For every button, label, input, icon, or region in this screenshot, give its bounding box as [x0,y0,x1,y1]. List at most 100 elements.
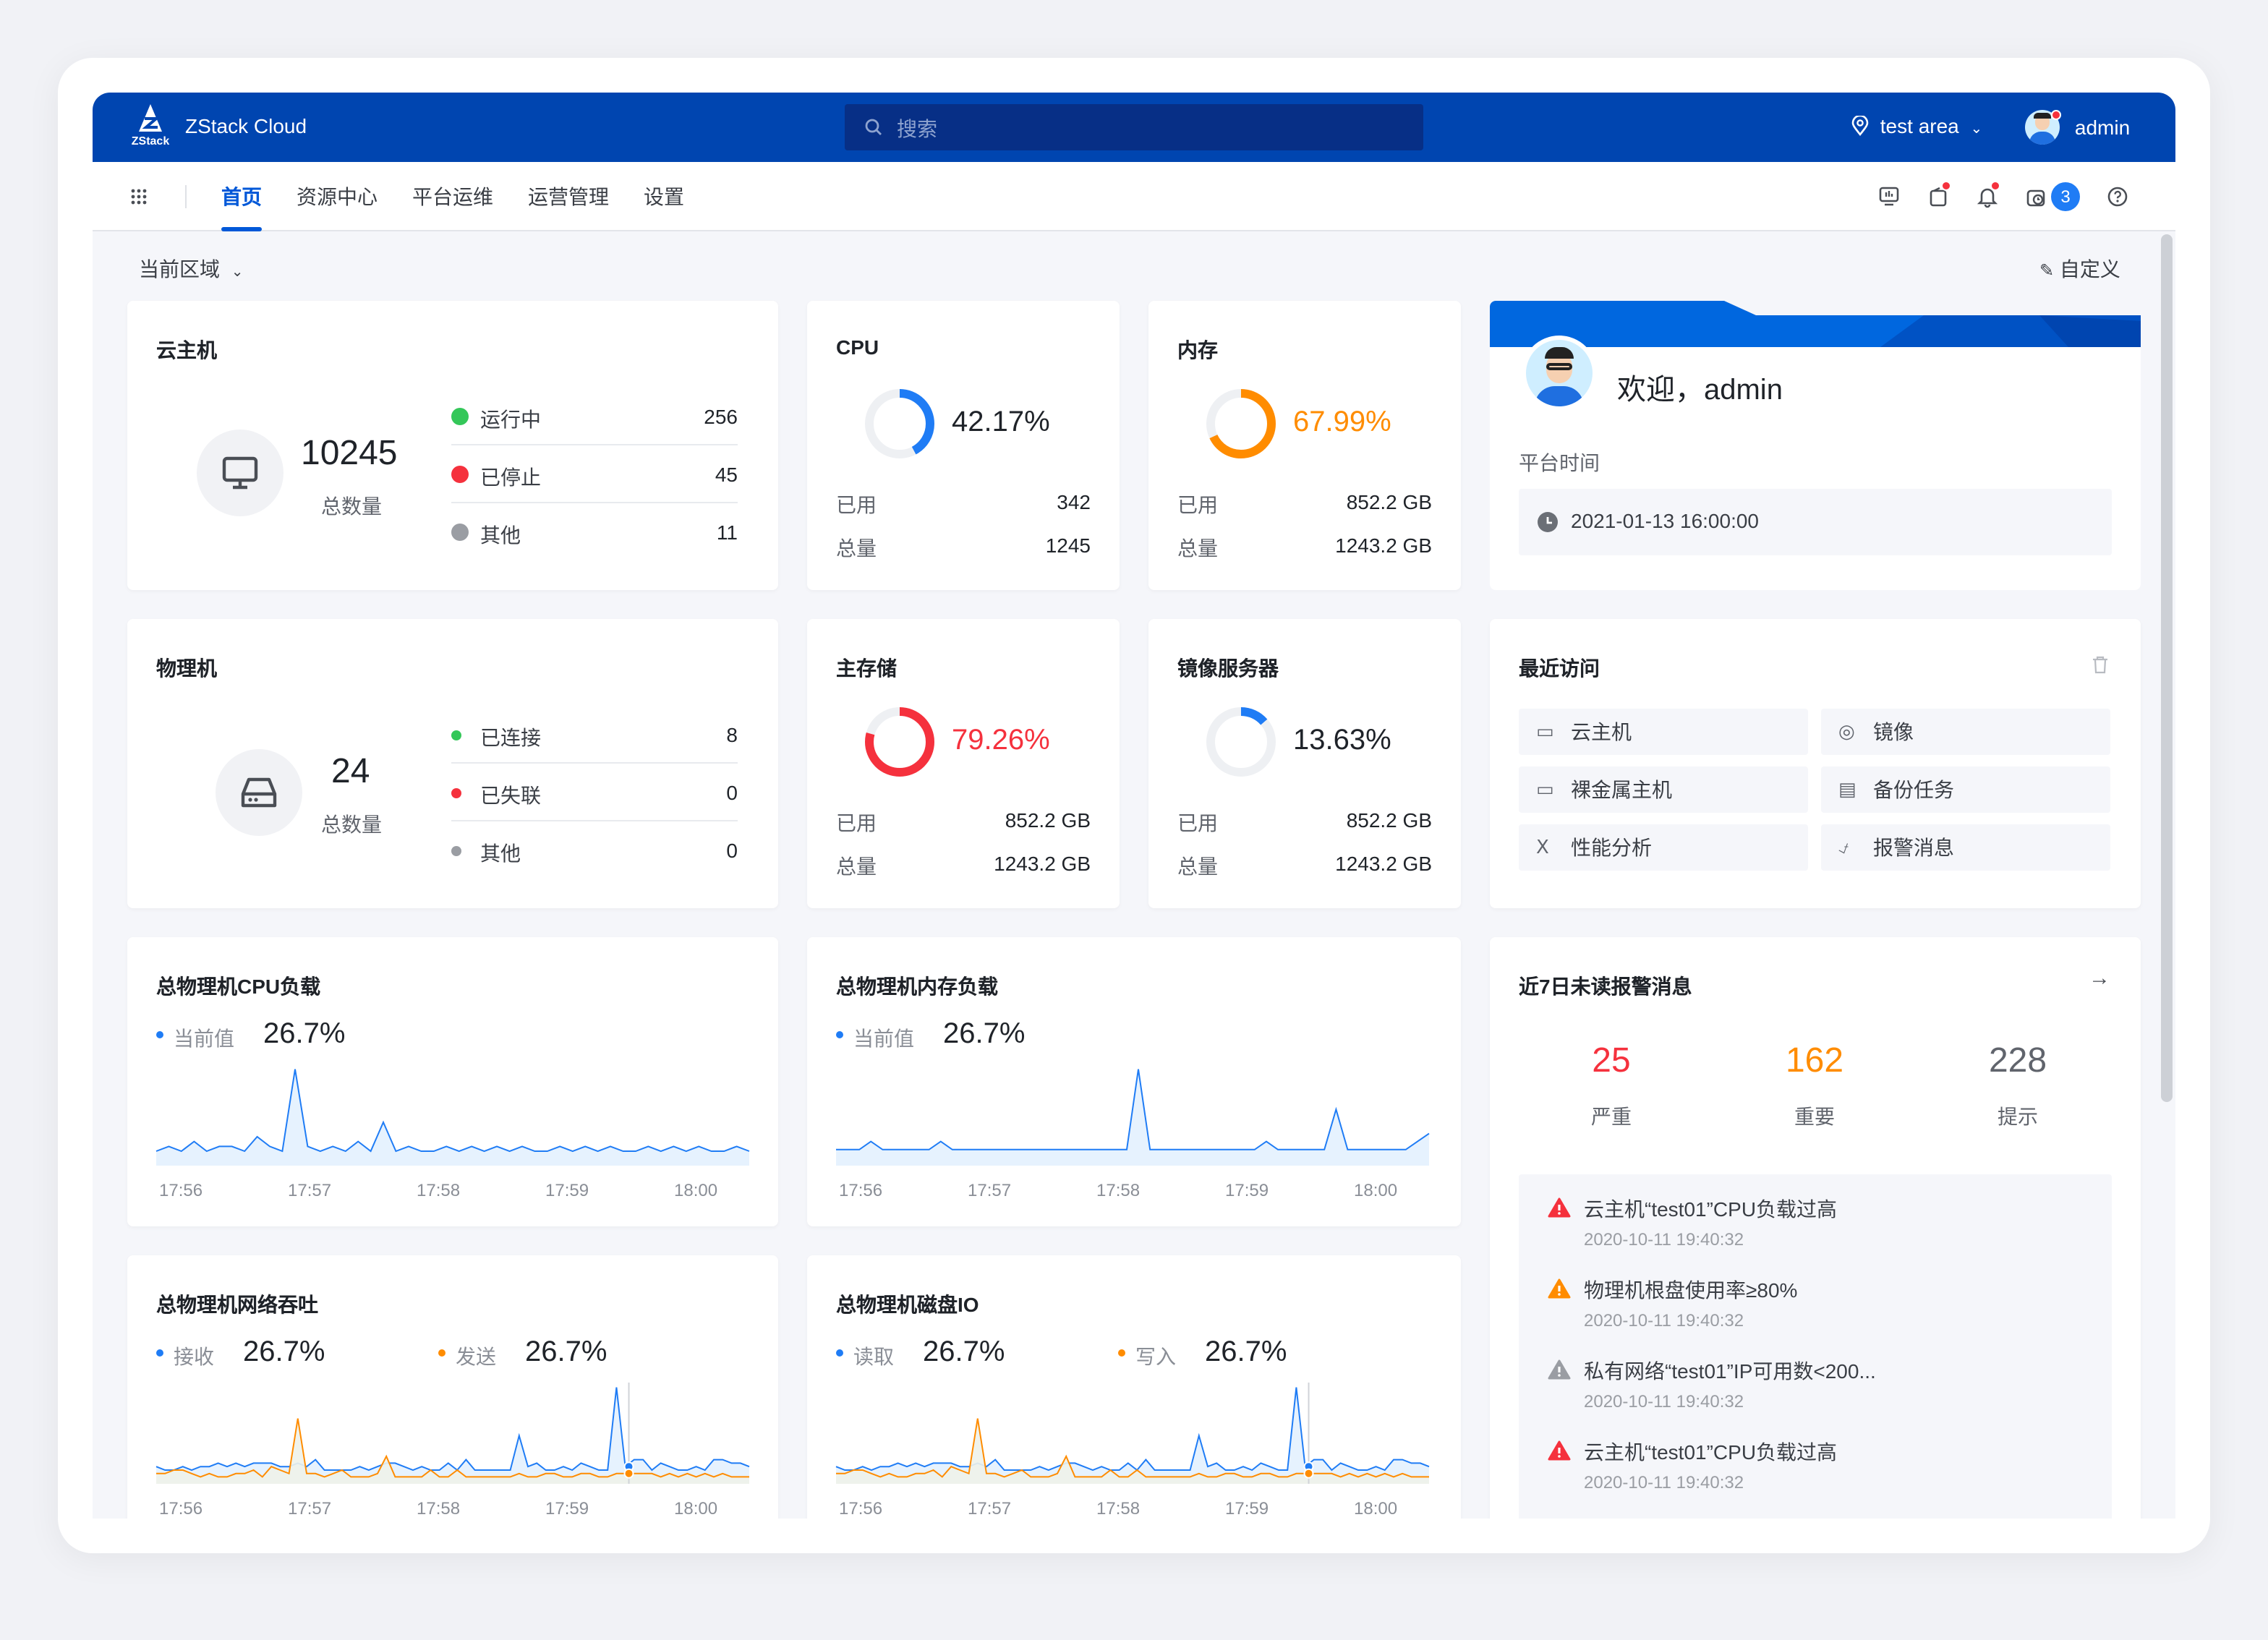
x-tick-label: 17:58 [417,1180,461,1200]
scrollbar[interactable] [2161,234,2173,1102]
status-row[interactable]: 已连接 8 [451,706,738,764]
legend-label: 写入 [1135,1345,1176,1368]
search-placeholder: 搜索 [897,117,937,140]
x-tick-label: 17:56 [159,1498,203,1519]
alert-item[interactable]: 私有网络“test01”IP可用数<200... 2020-10-11 19:40… [1519,1336,2112,1417]
recent-item-label: 性能分析 [1571,836,1652,859]
tab-operations[interactable]: 运营管理 [528,162,609,231]
clipboard-notification-dot [1941,181,1951,191]
region-selector[interactable]: 当前区域 ⌄ [139,255,244,283]
recent-item[interactable]: ◎ 镜像 [1821,709,2110,755]
x-tick-label: 17:56 [839,1498,883,1519]
total-value: 1243.2 GB [1335,534,1432,557]
tab-settings[interactable]: 设置 [644,162,684,231]
recent-item[interactable]: ▭ 云主机 [1519,709,1808,755]
top-header: ZStack ZStack Cloud 搜索 test area ⌄ admin [93,93,2175,162]
alert-count[interactable]: 25 [1539,1041,1684,1082]
tab-platform-ops[interactable]: 平台运维 [412,162,493,231]
status-label: 已连接 [480,726,541,749]
vm-total-label: 总数量 [321,495,382,518]
tab-resource-center[interactable]: 资源中心 [297,162,378,231]
alert-item[interactable]: 物理机根盘使用率≥80% 2020-10-11 19:40:32 [1519,1255,2112,1336]
total-label: 总量 [1177,537,1218,560]
card-title: 内存 [1177,338,1218,362]
total-value: 1243.2 GB [1335,852,1432,875]
legend-label: 读取 [853,1345,894,1368]
image-server-card[interactable]: 镜像服务器 13.63% 已用 852.2 GB 总量 1243.2 GB [1148,619,1461,908]
used-value: 342 [1057,490,1091,513]
area-selector[interactable]: test area ⌄ [1851,114,1982,137]
status-row[interactable]: 其他 11 [451,503,738,561]
welcome-avatar [1522,336,1597,411]
trash-icon[interactable] [2092,655,2109,674]
backup-icon: ▤ [1838,778,1856,800]
app-grid-icon[interactable] [130,188,148,205]
monitor-icon: ▭ [1536,778,1554,800]
chevron-down-icon: ⌄ [1970,121,1983,137]
search-input[interactable]: 搜索 [845,104,1423,150]
status-row[interactable]: 已失联 0 [451,764,738,821]
user-menu[interactable]: admin [2025,110,2130,145]
alert-count[interactable]: 228 [1945,1041,2090,1082]
search-icon [865,119,882,135]
chart-plot [836,1069,1430,1166]
vm-card[interactable]: 云主机 10245 总数量 运行中 256 已停止 45 其他 11 [127,301,778,590]
welcome-card: 欢迎，admin 平台时间 2021-01-13 16:00:00 [1490,301,2141,590]
x-tick-label: 17:56 [839,1180,883,1200]
hover-point [623,1468,634,1479]
status-row[interactable]: 已停止 45 [451,445,738,503]
legend-label: 当前值 [853,1027,914,1050]
alert-time: 2020-10-11 19:40:32 [1584,1310,1744,1331]
monitor-icon: ▭ [1536,720,1554,742]
scheduled-task-icon[interactable] [2025,185,2048,208]
cpu-card[interactable]: CPU 42.17% 已用 342 总量 1245 [807,301,1120,590]
alert-item[interactable]: 云主机“test01”CPU负载过高 2020-10-11 19:40:32 [1519,1174,2112,1255]
alerts-card: 近7日未读报警消息 → 25 严重 162 重要 228 提示 云主机“test01”CP… [1490,937,2141,1519]
zstack-logo[interactable]: ZStack [124,104,176,153]
used-label: 已用 [1177,493,1218,516]
used-label: 已用 [836,811,877,834]
recent-item[interactable]: Ⅹ 性能分析 [1519,824,1808,871]
customize-button[interactable]: ✎ 自定义 [2039,255,2120,283]
main-nav: 首页 资源中心 平台运维 运营管理 设置 3 [93,162,2175,231]
total-label: 总量 [1177,855,1218,878]
help-icon[interactable] [2106,185,2129,208]
total-value: 1243.2 GB [994,852,1091,875]
status-row[interactable]: 运行中 256 [451,388,738,445]
recent-item-label: 报警消息 [1873,836,1954,859]
donut-gauge [865,389,934,458]
host-card[interactable]: 物理机 24 总数量 已连接 8 已失联 0 其他 0 [127,619,778,908]
status-value: 0 [726,839,738,862]
x-tick-label: 17:57 [968,1180,1012,1200]
monitor-screen-icon[interactable] [1877,185,1901,208]
legend-current-value: 26.7% [1205,1336,1287,1368]
arrow-right-icon[interactable]: → [2089,966,2110,991]
chart-title: 总物理机内存负载 [836,975,998,998]
status-value: 256 [704,405,738,428]
alert-item[interactable]: 云主机“test01”CPU负载过高 2020-10-11 19:40:32 [1519,1417,2112,1498]
status-icon [451,466,469,483]
alert-text: 云主机“test01”CPU负载过高 [1584,1197,1838,1221]
status-label: 已停止 [480,466,541,489]
recent-item[interactable]: ▤ 备份任务 [1821,766,2110,813]
memory-card[interactable]: 内存 67.99% 已用 852.2 GB 总量 1243.2 GB [1148,301,1461,590]
legend-label: 当前值 [174,1027,234,1050]
chevron-down-icon: ⌄ [231,265,244,281]
x-tick-label: 17:59 [545,1180,589,1200]
status-row[interactable]: 其他 0 [451,821,738,879]
legend-dot [836,1031,843,1038]
region-label: 当前区域 [139,257,220,281]
recent-item[interactable]: ⍻ 报警消息 [1821,824,2110,871]
tab-home[interactable]: 首页 [221,162,262,231]
alert-count[interactable]: 162 [1742,1041,1887,1082]
primary-storage-card[interactable]: 主存储 79.26% 已用 852.2 GB 总量 1243.2 GB [807,619,1120,908]
x-tick-label: 17:59 [1225,1180,1269,1200]
total-value: 1245 [1045,534,1091,557]
chart-title: 总物理机磁盘IO [836,1293,979,1316]
chart-plot [835,1383,1430,1484]
series-line [155,1387,750,1472]
nav-divider [185,185,187,208]
used-value: 852.2 GB [1346,808,1432,832]
recent-item[interactable]: ▭ 裸金属主机 [1519,766,1808,813]
series-area [836,1069,1429,1166]
